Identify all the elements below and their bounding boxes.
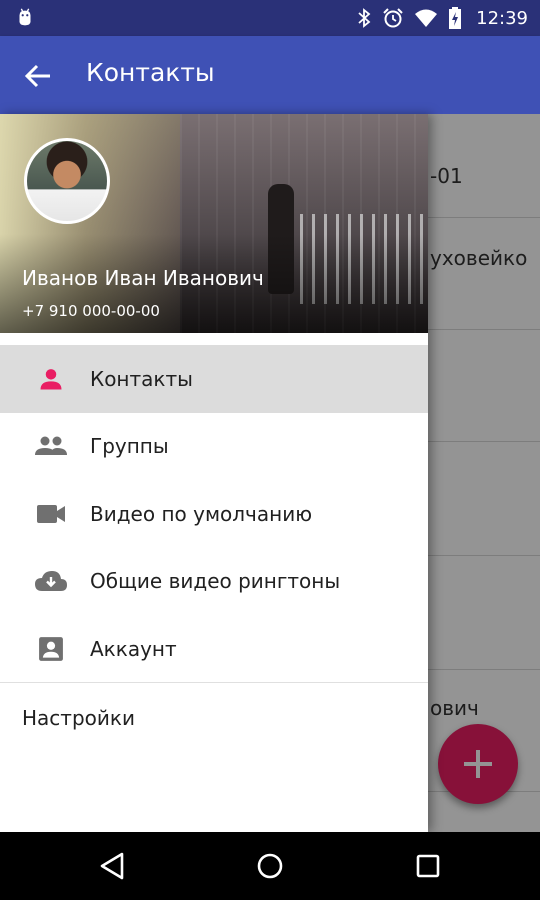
- page-title: Контакты: [86, 58, 215, 87]
- arrow-left-icon[interactable]: [22, 60, 54, 92]
- drawer-header: Иванов Иван Иванович +7 910 000-00-00: [0, 114, 428, 333]
- videocam-icon: [34, 497, 68, 531]
- drawer-item-settings[interactable]: Настройки: [22, 706, 135, 730]
- drawer-menu: Контакты Группы Видео по умолчанию Общие…: [0, 345, 428, 683]
- user-name: Иванов Иван Иванович: [22, 266, 264, 290]
- drawer-item-label: Общие видео рингтоны: [90, 569, 341, 594]
- navigation-drawer: Иванов Иван Иванович +7 910 000-00-00 Ко…: [0, 114, 428, 832]
- person-icon: [34, 362, 68, 396]
- people-icon: [34, 429, 68, 463]
- account-box-icon: [34, 632, 68, 666]
- cloud-download-icon: [34, 564, 68, 598]
- avatar[interactable]: [24, 138, 110, 224]
- drawer-item-default-video[interactable]: Видео по умолчанию: [0, 480, 428, 548]
- alarm-icon: [383, 8, 403, 28]
- status-bar: 12:39: [0, 0, 540, 36]
- android-debug-icon: [19, 8, 31, 26]
- bluetooth-icon: [358, 8, 371, 28]
- battery-icon: [449, 7, 462, 29]
- home-circle-icon[interactable]: [254, 850, 286, 882]
- drawer-item-label: Контакты: [90, 366, 193, 391]
- user-phone: +7 910 000-00-00: [22, 302, 160, 320]
- system-nav-bar: [0, 832, 540, 900]
- recents-square-icon[interactable]: [412, 850, 444, 882]
- drawer-divider: [0, 682, 428, 683]
- drawer-item-contacts[interactable]: Контакты: [0, 345, 428, 413]
- wifi-icon: [415, 9, 438, 27]
- drawer-item-groups[interactable]: Группы: [0, 413, 428, 481]
- drawer-item-label: Группы: [90, 434, 169, 459]
- drawer-item-label: Видео по умолчанию: [90, 501, 313, 526]
- app-bar: Контакты: [0, 36, 540, 114]
- status-time: 12:39: [476, 7, 528, 29]
- drawer-item-label: Аккаунт: [90, 636, 177, 661]
- drawer-item-account[interactable]: Аккаунт: [0, 615, 428, 683]
- back-triangle-icon[interactable]: [96, 850, 128, 882]
- drawer-item-shared-ringtones[interactable]: Общие видео рингтоны: [0, 548, 428, 616]
